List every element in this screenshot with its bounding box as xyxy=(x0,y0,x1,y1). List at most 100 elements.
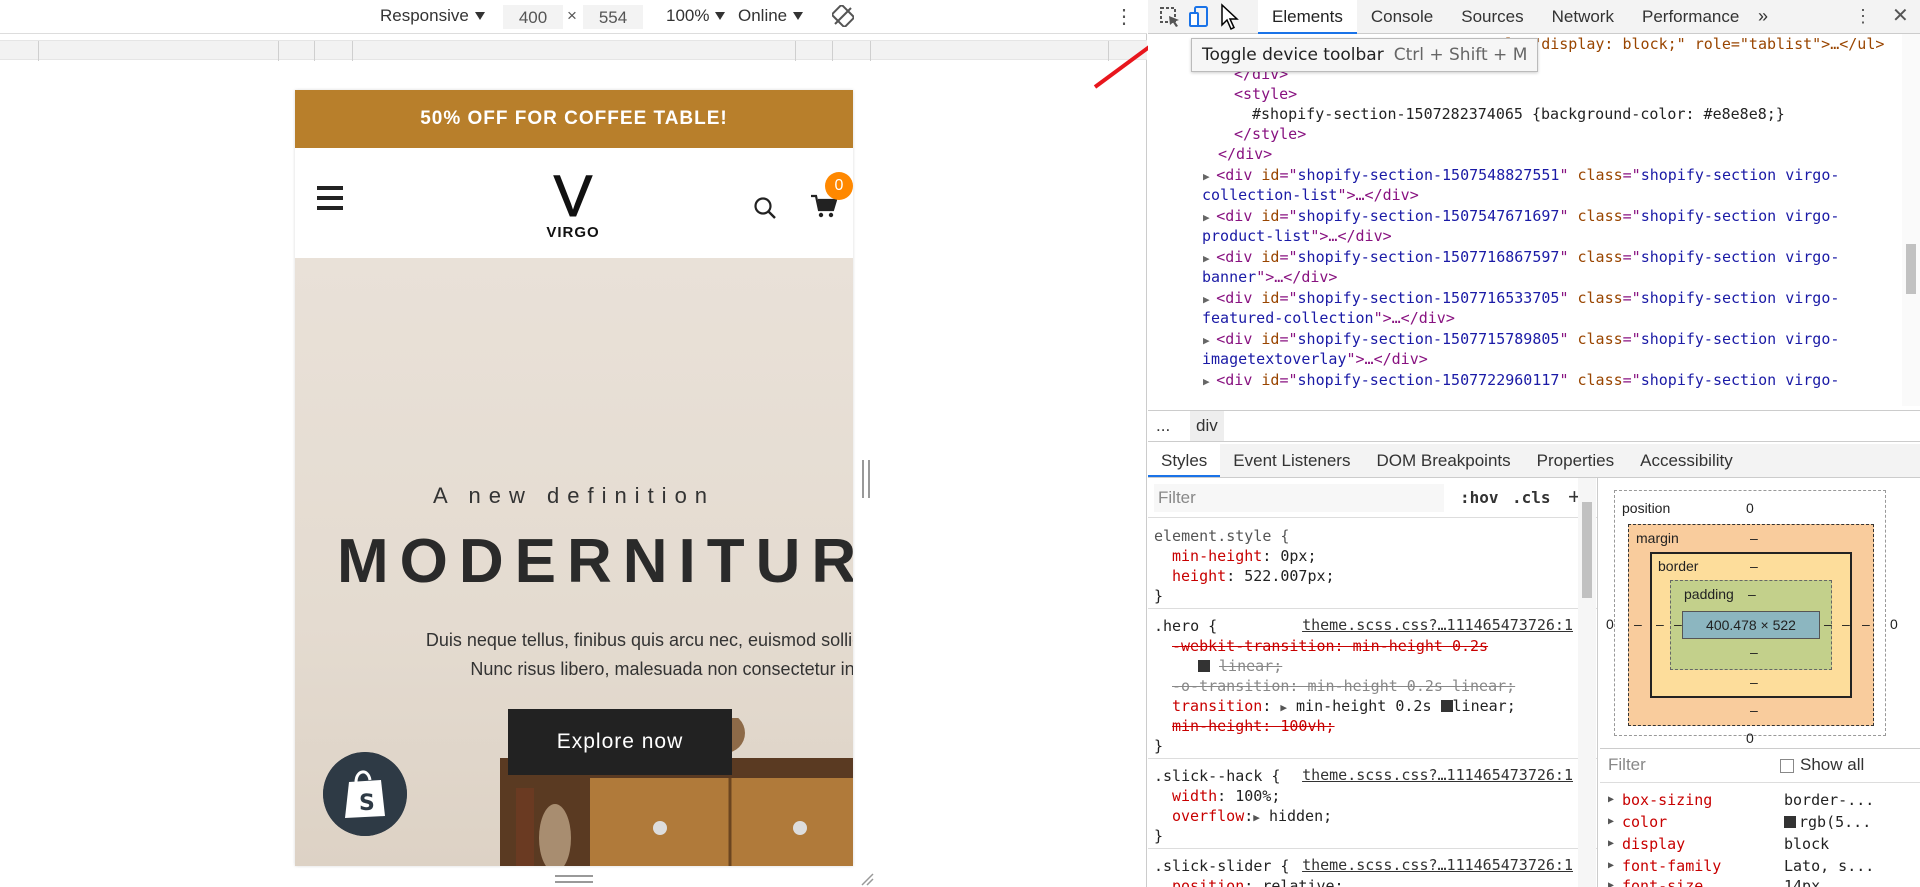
dom-line[interactable]: #shopify-section-1507282374065 {backgrou… xyxy=(1252,104,1785,124)
computed-row[interactable]: ▶ color rgb(5... xyxy=(1600,811,1920,833)
rule-property[interactable]: height: 522.007px; xyxy=(1172,566,1335,586)
resize-handle-right[interactable] xyxy=(862,460,870,498)
easing-icon[interactable] xyxy=(1440,700,1453,712)
scrollbar-thumb[interactable] xyxy=(1582,502,1592,598)
expand-triangle-icon[interactable]: ▶ xyxy=(1280,701,1287,714)
dom-line[interactable]: style="display: block;" role="tablist">…… xyxy=(1478,34,1884,54)
margin-top-value[interactable]: – xyxy=(1750,530,1758,546)
border-bottom-value[interactable]: – xyxy=(1750,674,1758,690)
breadcrumb-current[interactable]: div xyxy=(1190,411,1224,441)
rule-property[interactable]: position: relative; xyxy=(1172,876,1344,887)
expand-triangle-icon[interactable]: ▶ xyxy=(1608,833,1614,855)
border-left-value[interactable]: – xyxy=(1656,616,1664,632)
rule-property[interactable]: overflow:▶ hidden; xyxy=(1172,806,1332,828)
tab-elements[interactable]: Elements xyxy=(1258,0,1357,34)
promo-banner[interactable]: 50% OFF FOR COFFEE TABLE! xyxy=(295,90,853,148)
dom-line[interactable]: imagetextoverlay">…</div> xyxy=(1202,349,1428,369)
padding-bottom-value[interactable]: – xyxy=(1750,644,1758,660)
tab-performance[interactable]: Performance xyxy=(1628,0,1753,34)
rule-property[interactable]: transition: ▶ min-height 0.2s linear; xyxy=(1172,696,1516,718)
tab-sources[interactable]: Sources xyxy=(1447,0,1537,34)
tab-accessibility[interactable]: Accessibility xyxy=(1627,444,1746,477)
tab-styles[interactable]: Styles xyxy=(1148,444,1221,477)
scrollbar-thumb[interactable] xyxy=(1906,244,1916,294)
margin-left-value[interactable]: – xyxy=(1634,616,1642,632)
explore-now-button[interactable]: Explore now xyxy=(508,709,732,775)
styles-filter-input[interactable]: Filter xyxy=(1154,484,1444,512)
rule-property-overridden[interactable]: min-height: 100vh; xyxy=(1172,716,1335,736)
color-swatch-icon[interactable] xyxy=(1784,816,1796,828)
dom-line[interactable]: product-list">…</div> xyxy=(1202,226,1392,246)
dom-node-section[interactable]: ▶ <div id="shopify-section-1507722960117… xyxy=(1203,370,1839,392)
computed-row[interactable]: ▶ font-family Lato, s... xyxy=(1600,855,1920,877)
margin-right-value[interactable]: – xyxy=(1862,616,1870,632)
dom-node-section[interactable]: ▶ <div id="shopify-section-1507715789805… xyxy=(1203,329,1839,351)
device-toolbar-icon[interactable] xyxy=(1188,5,1212,29)
rotate-button[interactable] xyxy=(832,5,854,27)
border-right-value[interactable]: – xyxy=(1842,616,1850,632)
padding-top-value[interactable]: – xyxy=(1748,586,1756,602)
resize-handle-bottom[interactable] xyxy=(555,875,593,883)
hamburger-menu-icon[interactable] xyxy=(317,186,343,210)
padding-right-value[interactable]: – xyxy=(1824,616,1832,632)
device-select[interactable]: Responsive xyxy=(380,6,485,26)
styles-scrollbar[interactable] xyxy=(1578,478,1596,887)
height-input[interactable]: 554 xyxy=(582,4,644,30)
dom-line[interactable]: banner">…</div> xyxy=(1202,267,1337,287)
rule-selector[interactable]: .slick-slider { xyxy=(1154,856,1289,876)
breadcrumb-more[interactable]: ... xyxy=(1156,411,1170,441)
show-all-checkbox[interactable] xyxy=(1780,759,1794,773)
inspect-element-icon[interactable] xyxy=(1158,5,1182,29)
shopify-bag-icon[interactable]: S xyxy=(323,752,407,836)
rule-property-overridden[interactable]: -webkit-transition: min-height 0.2s xyxy=(1172,636,1488,656)
border-top-value[interactable]: – xyxy=(1750,558,1758,574)
rule-selector[interactable]: element.style { xyxy=(1154,526,1289,546)
dom-line[interactable]: <style> xyxy=(1234,84,1297,104)
dom-line[interactable]: featured-collection">…</div> xyxy=(1202,308,1455,328)
easing-icon[interactable] xyxy=(1198,660,1210,672)
rule-selector[interactable]: .hero { xyxy=(1154,616,1217,636)
rule-property-overridden[interactable]: -o-transition: min-height 0.2s linear; xyxy=(1172,676,1515,696)
zoom-select[interactable]: 100% xyxy=(666,6,726,26)
tab-console[interactable]: Console xyxy=(1357,0,1447,34)
stylesheet-link[interactable]: theme.scss.css?…111465473726:1 xyxy=(1302,766,1573,784)
padding-left-value[interactable]: – xyxy=(1674,616,1682,632)
dom-node-section[interactable]: ▶ <div id="shopify-section-1507547671697… xyxy=(1203,206,1839,228)
box-model-content[interactable]: 400.478 × 522 xyxy=(1682,611,1820,639)
tab-network[interactable]: Network xyxy=(1538,0,1628,34)
computed-row[interactable]: ▶ display block xyxy=(1600,833,1920,855)
site-logo[interactable]: V VIRGO xyxy=(543,167,603,241)
resize-corner-icon[interactable] xyxy=(860,872,874,886)
tab-event-listeners[interactable]: Event Listeners xyxy=(1220,444,1363,477)
dom-line[interactable]: </div> xyxy=(1218,144,1272,164)
tab-properties[interactable]: Properties xyxy=(1524,444,1627,477)
dom-node-section[interactable]: ▶ <div id="shopify-section-1507548827551… xyxy=(1203,165,1839,187)
dom-line[interactable]: collection-list">…</div> xyxy=(1202,185,1419,205)
rule-property[interactable]: min-height: 0px; xyxy=(1172,546,1317,566)
dom-line[interactable]: </style> xyxy=(1234,124,1306,144)
dom-node-section[interactable]: ▶ <div id="shopify-section-1507716533705… xyxy=(1203,288,1839,310)
computed-row[interactable]: ▶ box-sizing border-... xyxy=(1600,789,1920,811)
dom-node-section[interactable]: ▶ <div id="shopify-section-1507716867597… xyxy=(1203,247,1839,269)
dom-scrollbar[interactable] xyxy=(1902,34,1920,406)
show-all-label[interactable]: Show all xyxy=(1800,755,1864,775)
rule-property[interactable]: width: 100%; xyxy=(1172,786,1280,806)
search-icon[interactable] xyxy=(753,196,777,220)
more-tabs-button[interactable]: » xyxy=(1758,6,1768,27)
expand-triangle-icon[interactable]: ▶ xyxy=(1608,811,1614,833)
expand-triangle-icon[interactable]: ▶ xyxy=(1608,789,1614,811)
expand-triangle-icon[interactable]: ▶ xyxy=(1608,855,1614,877)
close-icon[interactable]: ✕ xyxy=(1892,3,1909,28)
hov-toggle[interactable]: :hov xyxy=(1460,488,1499,507)
expand-triangle-icon[interactable]: ▶ xyxy=(1253,811,1260,824)
tab-dom-breakpoints[interactable]: DOM Breakpoints xyxy=(1363,444,1523,477)
rule-selector[interactable]: .slick--hack { xyxy=(1154,766,1280,786)
stylesheet-link[interactable]: theme.scss.css?…111465473726:1 xyxy=(1302,856,1573,874)
computed-filter-input[interactable]: Filter xyxy=(1608,755,1646,775)
width-input[interactable]: 400 xyxy=(502,4,564,30)
stylesheet-link[interactable]: theme.scss.css?…111465473726:1 xyxy=(1302,616,1573,634)
expand-triangle-icon[interactable]: ▶ xyxy=(1608,875,1614,887)
rule-property-overridden[interactable]: linear; xyxy=(1198,656,1282,676)
network-select[interactable]: Online xyxy=(738,6,804,26)
more-options-icon[interactable]: ⋮ xyxy=(1854,6,1872,27)
